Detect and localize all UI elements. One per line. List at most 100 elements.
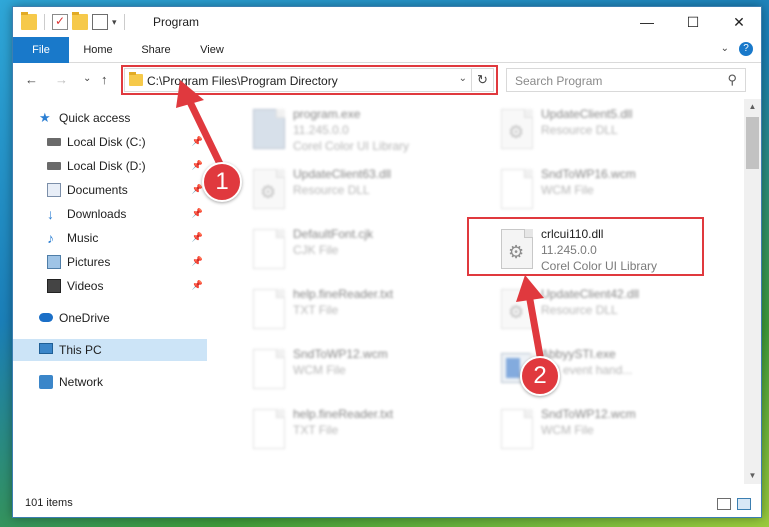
file-detail: TXT File <box>293 423 339 437</box>
tab-home[interactable]: Home <box>73 37 123 63</box>
customize-toolbar-icon[interactable]: ▾ <box>112 17 117 28</box>
file-item[interactable]: ⚙ UpdateClient5.dll Resource DLL <box>479 103 719 159</box>
disk-icon <box>47 138 61 146</box>
blank-file-icon <box>253 349 285 389</box>
file-item[interactable]: help.fineReader.txt TXT File <box>231 283 471 339</box>
checkmark-properties-icon[interactable]: ✓ <box>52 14 68 30</box>
scrollbar-thumb[interactable] <box>746 117 759 169</box>
blank-file-icon <box>253 409 285 449</box>
navigation-pane: ★ Quick access Local Disk (C:) 📌 Local D… <box>13 99 207 491</box>
file-detail: TXT File <box>293 303 339 317</box>
file-name: SndToWP16.wcm <box>541 167 636 181</box>
sidebar-item-label: Pictures <box>67 255 111 269</box>
maximize-button[interactable]: ☐ <box>670 7 716 37</box>
search-placeholder[interactable]: Search Program <box>515 74 602 88</box>
up-button[interactable]: ↑ <box>101 72 108 87</box>
file-detail: CJK File <box>293 243 339 257</box>
file-name: UpdateClient5.dll <box>541 107 633 121</box>
sidebar-item-onedrive[interactable]: OneDrive <box>13 307 207 329</box>
file-detail: Corel Color UI Library <box>293 139 410 153</box>
network-icon <box>39 375 53 389</box>
file-detail: Resource DLL <box>541 123 618 137</box>
pin-icon[interactable]: 📌 <box>192 184 203 195</box>
sidebar-item-label: Local Disk (D:) <box>67 159 146 173</box>
quick-access-toolbar: ✓ ▾ <box>21 12 128 30</box>
file-item[interactable]: ⚙ UpdateClient42.dll Resource DLL <box>479 283 719 339</box>
file-item[interactable]: SndToWP16.wcm WCM File <box>479 163 719 219</box>
sidebar-item-label: Music <box>67 231 99 245</box>
tab-share[interactable]: Share <box>131 37 181 63</box>
details-view-icon[interactable] <box>717 498 731 510</box>
sidebar-item-documents[interactable]: Documents 📌 <box>13 179 207 201</box>
file-item[interactable]: help.fineReader.txt TXT File <box>231 403 471 459</box>
file-name: SndToWP12.wcm <box>293 347 388 361</box>
sidebar-item-label: Videos <box>67 279 104 293</box>
file-detail: 11.245.0.0 <box>293 123 349 137</box>
recent-locations-button[interactable]: ⌄ <box>83 73 91 84</box>
download-arrow-icon: ↓ <box>47 206 54 222</box>
file-detail: WCM File <box>541 423 594 437</box>
file-item[interactable]: SndToWP12.wcm WCM File <box>231 343 471 399</box>
properties-icon[interactable] <box>92 14 108 30</box>
computer-icon <box>39 343 53 354</box>
music-note-icon: ♪ <box>47 230 54 246</box>
expand-ribbon-chevron-icon[interactable]: ⌄ <box>721 43 729 54</box>
sidebar-item-local-disk-d[interactable]: Local Disk (D:) 📌 <box>13 155 207 177</box>
back-button[interactable]: ← <box>25 72 38 87</box>
file-item[interactable]: SndToWP12.wcm WCM File <box>479 403 719 459</box>
large-icons-view-icon[interactable] <box>737 498 751 510</box>
disk-icon <box>47 162 61 170</box>
new-folder-icon[interactable] <box>72 12 88 30</box>
vertical-scrollbar[interactable]: ▲ ▼ <box>744 99 761 484</box>
sidebar-item-local-disk-c[interactable]: Local Disk (C:) 📌 <box>13 131 207 153</box>
pin-icon[interactable]: 📌 <box>192 256 203 267</box>
sidebar-item-downloads[interactable]: ↓ Downloads 📌 <box>13 203 207 225</box>
file-name: UpdateClient42.dll <box>541 287 640 301</box>
blank-file-icon <box>253 289 285 329</box>
sidebar-item-videos[interactable]: Videos 📌 <box>13 275 207 297</box>
forward-button[interactable]: → <box>55 72 68 87</box>
navigation-bar: ← → ⌄ ↑ C:\Program Files\Program Directo… <box>13 64 761 96</box>
blank-file-icon <box>501 169 533 209</box>
item-count: 101 items <box>25 497 73 509</box>
step-1-badge: 1 <box>202 162 242 202</box>
file-name: help.fineReader.txt <box>293 407 394 421</box>
file-name: help.fineReader.txt <box>293 287 394 301</box>
sidebar-item-network[interactable]: Network <box>13 371 207 393</box>
file-item[interactable]: ⚙ UpdateClient63.dll Resource DLL <box>231 163 471 219</box>
address-highlight-box <box>121 65 498 95</box>
step-2-badge: 2 <box>520 356 560 396</box>
pin-icon[interactable]: 📌 <box>192 136 203 147</box>
close-button[interactable]: ✕ <box>716 7 762 37</box>
pin-icon[interactable]: 📌 <box>192 280 203 291</box>
sidebar-item-music[interactable]: ♪ Music 📌 <box>13 227 207 249</box>
cloud-icon <box>39 313 53 322</box>
sidebar-item-label: This PC <box>59 343 102 357</box>
file-item[interactable]: program.exe 11.245.0.0 Corel Color UI Li… <box>231 103 471 159</box>
sidebar-item-this-pc[interactable]: This PC <box>13 339 207 361</box>
window-title: Program <box>153 15 200 29</box>
file-item[interactable]: DefaultFont.cjk CJK File <box>231 223 471 279</box>
tab-file[interactable]: File <box>13 37 69 63</box>
tab-view[interactable]: View <box>189 37 235 63</box>
scroll-up-arrow-icon[interactable]: ▲ <box>744 99 761 115</box>
pictures-icon <box>47 255 61 269</box>
file-detail: Resource DLL <box>541 303 618 317</box>
sidebar-item-pictures[interactable]: Pictures 📌 <box>13 251 207 273</box>
search-icon[interactable]: ⚲ <box>727 72 737 88</box>
pin-icon[interactable]: 📌 <box>192 208 203 219</box>
sidebar-item-label: Network <box>59 375 104 389</box>
minimize-button[interactable]: — <box>624 7 670 37</box>
file-item[interactable]: AbbyySTI.exe STI event hand... <box>479 343 719 399</box>
search-box[interactable]: Search Program ⚲ <box>506 68 746 92</box>
pin-icon[interactable]: 📌 <box>192 232 203 243</box>
blank-file-icon <box>501 409 533 449</box>
toolbar-separator <box>44 14 45 30</box>
toolbar-separator <box>123 14 125 30</box>
sidebar-item-quick-access[interactable]: ★ Quick access <box>13 107 207 129</box>
file-name: DefaultFont.cjk <box>293 227 374 241</box>
scroll-down-arrow-icon[interactable]: ▼ <box>744 468 761 484</box>
help-icon[interactable]: ? <box>739 42 753 56</box>
pin-icon[interactable]: 📌 <box>192 160 203 171</box>
ribbon-tabs: File Home Share View ⌄ ? <box>13 37 761 63</box>
